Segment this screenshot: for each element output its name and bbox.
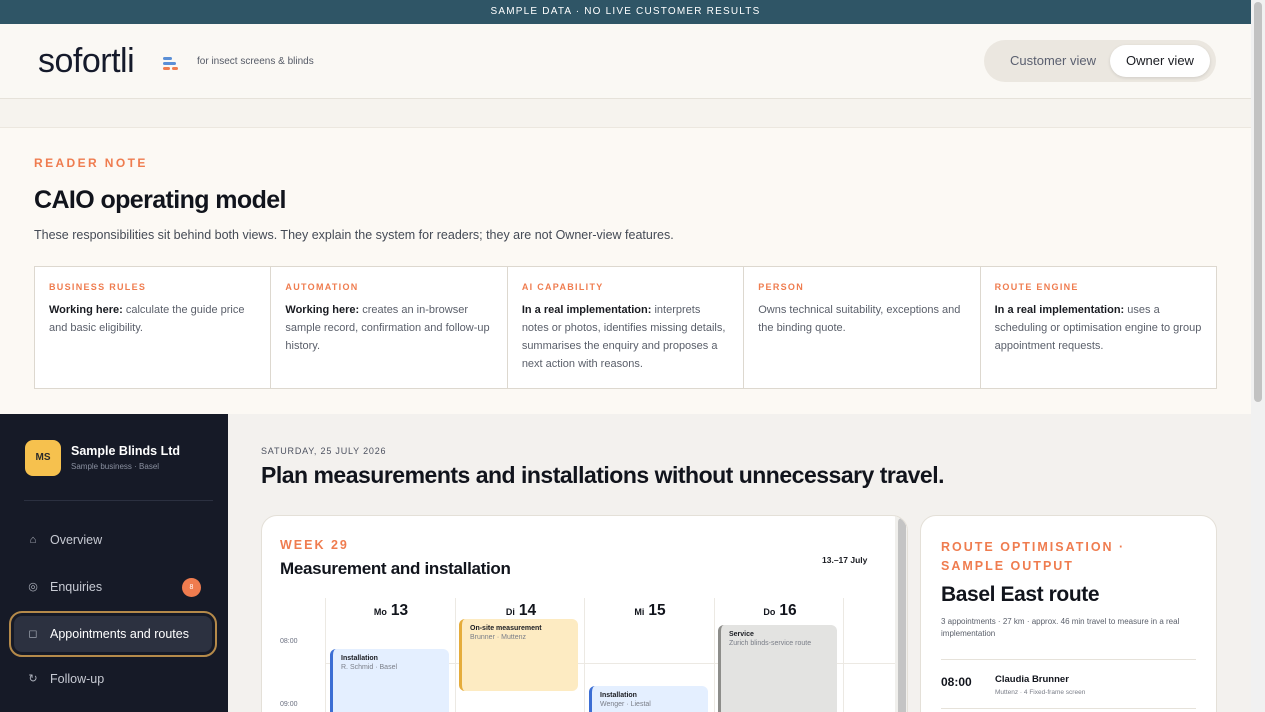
calendar-scrollbar[interactable] (895, 516, 907, 712)
card-body: Owns technical suitability, exceptions a… (758, 301, 965, 337)
day-header: Mo 13 (326, 602, 456, 620)
sidebar-item-label: Appointments and routes (50, 627, 189, 641)
day-name: Di (505, 607, 515, 617)
appointment-detail: R. Schmid · Basel (341, 664, 398, 671)
card-body: In a real implementation: interprets not… (522, 301, 729, 373)
calendar-panel: WEEK 29 Measurement and installation 13.… (261, 515, 908, 712)
reader-note-description: These responsibilities sit behind both v… (34, 228, 674, 242)
reader-note-title: CAIO operating model (34, 186, 287, 214)
customer-view-button[interactable]: Customer view (996, 45, 1110, 77)
sidebar-item-enquiries[interactable]: ◎ Enquiries 8 (14, 569, 212, 605)
day-header: Do 16 (715, 602, 845, 620)
sidebar-item-label: Overview (50, 533, 103, 547)
tagline: for insect screens & blinds (197, 56, 314, 67)
reader-note-eyebrow: READER NOTE (34, 156, 148, 170)
day-name: Mo (373, 607, 387, 617)
card-label: PERSON (758, 282, 805, 292)
sidebar-item-label: Enquiries (50, 580, 103, 594)
sidebar-item-follow-up[interactable]: ↻ Follow-up (14, 661, 212, 697)
day-date: 16 (779, 602, 797, 619)
logo-mark-icon (163, 55, 179, 71)
card-lead: In a real implementation: (521, 304, 652, 316)
route-eyebrow: ROUTE OPTIMISATION · SAMPLE OUTPUT (941, 540, 1126, 573)
owner-view-button[interactable]: Owner view (1110, 45, 1210, 77)
card-lead: Working here: (49, 304, 123, 316)
appointment-detail: Brunner · Muttenz (470, 634, 527, 641)
appointment-card[interactable]: Service Zurich blinds-service route (718, 625, 837, 712)
appointment-detail: Wenger · Liestal (600, 701, 651, 708)
business-subtitle: Sample business · Basel (71, 462, 160, 471)
card-body: Working here: creates an in-browser samp… (285, 301, 492, 355)
current-date: SATURDAY, 25 JULY 2026 (261, 446, 387, 456)
card-text: Owns technical suitability, exceptions a… (758, 304, 961, 334)
calendar-title: Measurement and installation (280, 559, 511, 578)
appointment-title: Installation (341, 655, 378, 662)
card-ai-capability: AI CAPABILITY In a real implementation: … (508, 267, 745, 388)
card-lead: In a real implementation: (994, 304, 1125, 316)
sidebar: MS Sample Blinds Ltd Sample business · B… (0, 414, 228, 712)
logo[interactable]: sofortli (38, 42, 135, 81)
card-lead: Working here: (285, 304, 360, 316)
sidebar-item-appointments[interactable]: ◻ Appointments and routes (9, 611, 217, 657)
appointment-title: Installation (600, 692, 637, 699)
business-avatar: MS (25, 440, 61, 476)
enquiries-count-badge: 8 (182, 578, 201, 597)
calendar-icon: ◻ (28, 628, 38, 640)
week-label: WEEK 29 (280, 538, 349, 552)
time-label: 09:00 (280, 701, 298, 708)
card-label: AUTOMATION (285, 282, 359, 292)
card-route-engine: ROUTE ENGINE In a real implementation: u… (981, 267, 1216, 388)
week-range: 13.–17 July (822, 555, 868, 565)
card-label: BUSINESS RULES (49, 282, 147, 292)
card-label: AI CAPABILITY (521, 282, 604, 292)
view-toggle: Customer view Owner view (984, 40, 1216, 82)
card-person: PERSON Owns technical suitability, excep… (744, 267, 981, 388)
day-name: Do (763, 607, 776, 617)
divider (941, 659, 1196, 660)
route-stop-time: 08:00 (941, 675, 972, 689)
inbox-icon: ◎ (28, 581, 38, 593)
card-label: ROUTE ENGINE (994, 282, 1079, 292)
scrollbar-thumb[interactable] (898, 518, 906, 712)
reader-note-section: READER NOTE CAIO operating model These r… (0, 127, 1251, 414)
main-content: SATURDAY, 25 JULY 2026 Plan measurements… (228, 414, 1251, 712)
sidebar-item-overview[interactable]: ⌂ Overview (14, 522, 212, 558)
appointment-title: Service (729, 631, 754, 638)
route-summary: 3 appointments · 27 km · approx. 46 min … (941, 617, 1180, 638)
card-body: In a real implementation: uses a schedul… (995, 301, 1202, 355)
appointment-card[interactable]: Installation Wenger · Liestal (589, 686, 708, 712)
route-stop-detail: Muttenz · 4 Fixed-frame screen (995, 689, 1086, 696)
scrollbar-thumb[interactable] (1254, 2, 1262, 402)
refresh-icon: ↻ (28, 673, 38, 685)
card-body: Working here: calculate the guide price … (49, 301, 256, 337)
appointment-title: On-site measurement (470, 625, 542, 632)
sidebar-divider (24, 500, 213, 501)
day-header: Di 14 (456, 602, 586, 620)
card-automation: AUTOMATION Working here: creates an in-b… (271, 267, 508, 388)
sidebar-item-label: Follow-up (50, 672, 105, 686)
day-name: Mi (634, 607, 645, 617)
business-name: Sample Blinds Ltd (71, 444, 181, 458)
route-title: Basel East route (941, 583, 1100, 606)
time-label: 08:00 (280, 638, 298, 645)
appointment-card[interactable]: On-site measurement Brunner · Muttenz (459, 619, 578, 691)
sample-data-banner: SAMPLE DATA · NO LIVE CUSTOMER RESULTS (0, 0, 1251, 24)
card-business-rules: BUSINESS RULES Working here: calculate t… (35, 267, 272, 388)
home-icon: ⌂ (29, 534, 37, 546)
appointment-card[interactable]: Installation R. Schmid · Basel (330, 649, 449, 712)
appointment-detail: Zurich blinds-service route (729, 640, 812, 647)
top-header: sofortli for insect screens & blinds Cus… (0, 24, 1251, 99)
route-stop-customer[interactable]: Claudia Brunner (995, 674, 1069, 685)
day-date: 15 (648, 602, 666, 619)
divider (941, 708, 1196, 709)
day-date: 13 (390, 602, 409, 619)
route-panel: ROUTE OPTIMISATION · SAMPLE OUTPUT Basel… (920, 515, 1217, 712)
page-scrollbar[interactable] (1251, 0, 1265, 712)
page-title: Plan measurements and installations with… (261, 462, 945, 488)
day-date: 14 (518, 602, 537, 619)
day-header: Mi 15 (585, 602, 715, 620)
responsibility-cards: BUSINESS RULES Working here: calculate t… (34, 266, 1217, 389)
